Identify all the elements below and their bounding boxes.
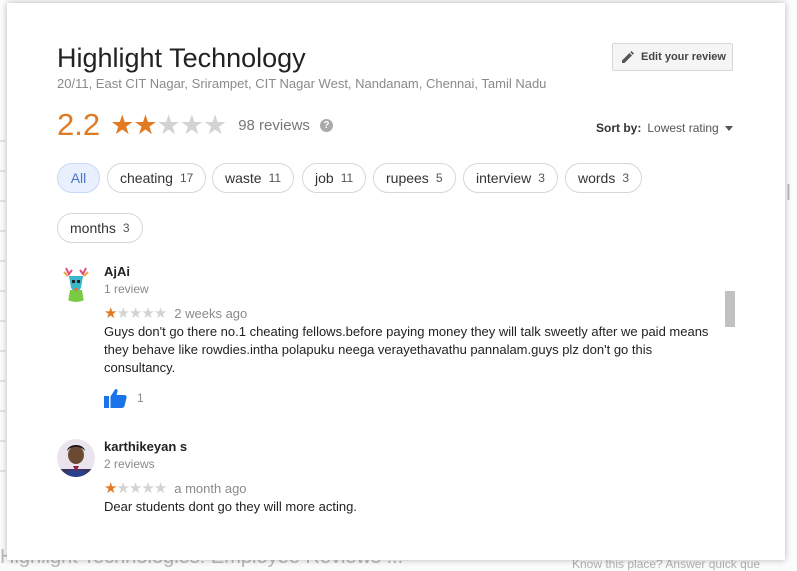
chip-count: 3 [622,171,630,185]
reviewer-name[interactable]: AjAi [104,264,130,279]
place-address: 20/11, East CIT Nagar, Srirampet, CIT Na… [57,76,547,91]
edit-review-label: Edit your review [641,51,726,63]
chip-label: All [70,170,87,186]
star-filled-icon: ★ [104,305,117,322]
review-stars: ★★★★★ [104,479,167,497]
chip-label: interview [476,170,532,186]
chip-label: words [578,170,616,186]
question-icon[interactable]: ? [319,118,333,132]
star-empty-icon: ★ [179,109,204,140]
chip-label: rupees [386,170,429,186]
chip-count: 17 [179,171,194,185]
reviewer-review-count: 1 review [104,282,149,296]
chip-interview[interactable]: interview 3 [463,163,558,193]
pencil-icon [622,51,634,63]
chip-waste[interactable]: waste 11 [212,163,295,193]
star-filled-icon: ★ [110,109,134,140]
place-title: Highlight Technology [57,43,306,73]
reviews-count[interactable]: 98 reviews [238,117,310,134]
rating-stars: ★★★★★ [110,109,227,141]
scrollbar-thumb[interactable] [725,291,735,327]
reviewer-review-count: 2 reviews [104,457,155,471]
sort-dropdown[interactable]: Sort by: Lowest rating [596,121,733,135]
review-date: a month ago [174,480,247,496]
star-empty-icon: ★ [156,109,181,140]
chip-count: 11 [268,171,282,185]
chip-count: 5 [435,171,443,185]
review-text: Guys don't go there no.1 cheating fellow… [104,324,709,375]
chevron-down-icon [724,125,733,131]
chip-job[interactable]: job 11 [302,163,367,193]
chip-label: job [315,170,334,186]
rating-summary: 2.2 ★★★★★ 98 reviews ? [57,107,333,143]
chip-count: 3 [122,221,130,235]
like-button[interactable]: 1 [104,388,144,408]
chip-months[interactable]: months 3 [57,213,143,243]
person-avatar-icon [57,439,95,477]
star-empty-icon: ★ [202,109,227,140]
star-empty-icon: ★ [153,305,167,322]
chip-label: cheating [120,170,173,186]
star-empty-icon: ★ [128,305,142,322]
like-count: 1 [137,391,144,405]
chip-count: 11 [340,171,354,185]
deer-avatar-icon [57,264,95,302]
edit-review-button[interactable]: Edit your review [612,43,733,71]
star-empty-icon: ★ [141,480,154,497]
sort-value: Lowest rating [647,121,719,135]
chip-cheating[interactable]: cheating 17 [107,163,207,193]
review-item: karthikeyan s 2 reviews ★★★★★ a month ag… [57,439,717,560]
background-right-text: l [786,180,791,205]
star-empty-icon: ★ [153,480,167,497]
rating-value: 2.2 [57,107,101,142]
review-meta: ★★★★★ a month ago [104,479,247,497]
chip-label: waste [225,170,262,186]
chip-rupees[interactable]: rupees 5 [373,163,456,193]
avatar[interactable] [57,439,95,477]
reviewer-name[interactable]: karthikeyan s [104,439,187,454]
review-item: AjAi 1 review ★★★★★ 2 weeks ago Guys don… [57,264,717,414]
review-date: 2 weeks ago [174,305,248,321]
background-left-edge [0,140,6,500]
star-empty-icon: ★ [116,480,129,497]
star-empty-icon: ★ [128,480,142,497]
review-text: Dear students dont go they will more act… [104,499,357,514]
review-stars: ★★★★★ [104,304,167,322]
avatar[interactable] [57,264,95,302]
chip-all[interactable]: All [57,163,100,193]
reviews-dialog: Highlight Technology 20/11, East CIT Nag… [7,3,785,560]
star-empty-icon: ★ [141,305,154,322]
thumbs-up-icon [104,389,127,408]
chip-words[interactable]: words 3 [565,163,643,193]
sort-label: Sort by: [596,121,642,135]
chip-label: months [70,220,116,236]
chip-count: 3 [538,171,545,185]
review-meta: ★★★★★ 2 weeks ago [104,304,247,322]
star-filled-icon: ★ [133,109,157,140]
star-filled-icon: ★ [104,480,117,497]
star-empty-icon: ★ [116,305,129,322]
